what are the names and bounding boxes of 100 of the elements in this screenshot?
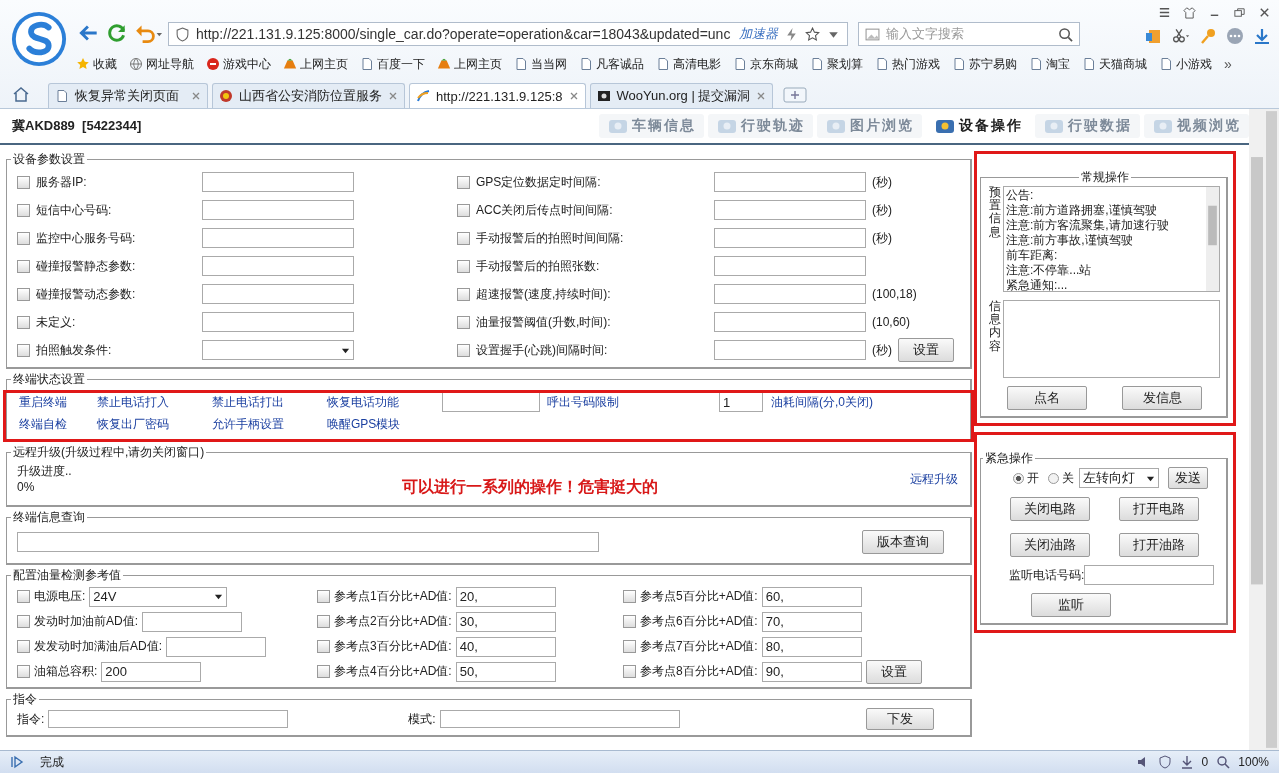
input-field[interactable]	[202, 256, 354, 276]
command-link[interactable]: 油耗间隔(分,0关闭)	[771, 393, 960, 411]
scrollbar-drawing[interactable]	[1206, 187, 1219, 291]
bookmark-link[interactable]: 天猫商城	[1082, 55, 1147, 73]
command-link[interactable]: 允许手柄设置	[212, 416, 327, 433]
browser-tab[interactable]: 山西省公安消防位置服务	[212, 83, 405, 108]
bookmark-link[interactable]: 上网主页	[437, 55, 502, 73]
action-button[interactable]: 关闭电路	[1009, 497, 1090, 521]
bookmark-link[interactable]: 上网主页	[283, 55, 348, 73]
close-icon[interactable]	[191, 91, 201, 101]
restore-icon[interactable]	[1233, 5, 1246, 19]
list-item[interactable]: 公告:	[1006, 188, 1204, 203]
shield-icon[interactable]	[1157, 755, 1172, 769]
checkbox[interactable]	[457, 343, 470, 357]
input-field[interactable]	[202, 312, 354, 332]
radio-button[interactable]	[1048, 472, 1059, 484]
bookmark-link[interactable]: 苏宁易购	[952, 55, 1017, 73]
list-item[interactable]: 注意:不停靠...站	[1006, 263, 1204, 278]
checkbox[interactable]	[17, 287, 30, 301]
input-field[interactable]	[202, 172, 354, 192]
checkbox[interactable]	[623, 615, 636, 628]
download-icon[interactable]	[1253, 26, 1271, 45]
input-field[interactable]	[714, 256, 866, 276]
checkbox[interactable]	[17, 203, 30, 217]
input-field[interactable]: 90,	[761, 661, 862, 682]
input-field[interactable]: 30,	[455, 611, 556, 632]
input-field[interactable]: 200	[101, 661, 202, 682]
dropdown[interactable]	[202, 340, 354, 360]
input-field[interactable]	[714, 172, 866, 192]
checkbox[interactable]	[317, 615, 330, 628]
list-item[interactable]: 注意:前方道路拥塞,谨慎驾驶	[1006, 203, 1204, 218]
checkbox[interactable]	[17, 615, 30, 628]
command-link[interactable]: 重启终端	[19, 393, 97, 411]
input-field[interactable]: 70,	[761, 611, 862, 632]
undo-icon[interactable]	[134, 22, 162, 44]
action-button[interactable]: 发信息	[1122, 386, 1203, 410]
action-button[interactable]: 关闭油路	[1009, 533, 1090, 557]
input-field[interactable]	[202, 228, 354, 248]
star-icon[interactable]	[805, 26, 820, 42]
input-field[interactable]	[166, 636, 266, 657]
bookmark-link[interactable]: 聚划算	[810, 55, 863, 73]
version-query-button[interactable]: 版本查询	[862, 530, 944, 554]
checkbox[interactable]	[623, 590, 636, 603]
zoom-level[interactable]: 100%	[1238, 755, 1269, 769]
checkbox[interactable]	[17, 259, 30, 273]
input-field[interactable]	[202, 200, 354, 220]
more-icon[interactable]	[1226, 26, 1244, 45]
browser-tab[interactable]: http://221.131.9.125:8	[409, 83, 586, 108]
set-button[interactable]: 设置	[898, 338, 954, 362]
bookmark-link[interactable]: 热门游戏	[875, 55, 940, 73]
input-field[interactable]	[439, 710, 680, 728]
command-link[interactable]: 呼出号码限制	[547, 393, 719, 411]
input-field[interactable]: 50,	[455, 661, 556, 682]
input-field[interactable]: 20,	[455, 586, 556, 607]
bookmark-link[interactable]: 凡客诚品	[579, 55, 644, 73]
browser-tab[interactable]: WooYun.org | 提交漏洞	[589, 83, 774, 108]
input-field[interactable]: 80,	[761, 636, 862, 657]
send-button[interactable]: 下发	[866, 708, 934, 730]
input-field[interactable]	[442, 392, 540, 412]
input-field[interactable]	[48, 710, 289, 728]
checkbox[interactable]	[457, 231, 470, 245]
address-bar[interactable]: http://221.131.9.125:8000/single_car.do?operate=operation&car=18043&updated=unc 加速器	[168, 22, 848, 46]
menu-icon[interactable]	[1158, 5, 1171, 19]
checkbox[interactable]	[317, 640, 330, 653]
checkbox[interactable]	[317, 665, 330, 678]
checkbox[interactable]	[623, 640, 636, 653]
input-field[interactable]: 1	[719, 392, 763, 412]
checkbox[interactable]	[17, 315, 30, 329]
input-field[interactable]	[714, 228, 866, 248]
refresh-icon[interactable]	[106, 22, 128, 44]
dropdown[interactable]: 24V	[89, 586, 228, 607]
command-link[interactable]: 唤醒GPS模块	[327, 416, 442, 433]
command-link[interactable]: 终端自检	[19, 416, 97, 433]
close-icon[interactable]	[388, 91, 398, 101]
command-link[interactable]: 禁止电话打入	[97, 393, 212, 411]
checkbox[interactable]	[623, 665, 636, 678]
sidebar-toggle-icon[interactable]	[10, 755, 24, 769]
action-button[interactable]: 点名	[1006, 386, 1087, 410]
input-field[interactable]	[714, 200, 866, 220]
list-item[interactable]: 前车距离:	[1006, 248, 1204, 263]
list-item[interactable]: 紧急通知:...	[1006, 278, 1204, 291]
command-link[interactable]: 禁止电话打出	[212, 393, 327, 411]
input-field[interactable]: 60,	[761, 586, 862, 607]
new-tab-icon[interactable]	[783, 87, 808, 103]
input-field[interactable]: 40,	[455, 636, 556, 657]
more-bookmarks-button[interactable]: »	[1224, 56, 1232, 72]
action-button[interactable]: 打开电路	[1119, 497, 1200, 521]
browser-tab[interactable]: 恢复异常关闭页面	[48, 83, 208, 108]
bookmark-link[interactable]: 淘宝	[1029, 55, 1070, 73]
bookmark-link[interactable]: 当当网	[514, 55, 567, 73]
bookmark-link[interactable]: 高清电影	[656, 55, 721, 73]
input-field[interactable]	[714, 284, 866, 304]
bookmark-link[interactable]: 游戏中心	[206, 55, 271, 73]
text-area[interactable]	[17, 532, 599, 552]
input-field[interactable]	[142, 611, 242, 632]
checkbox[interactable]	[17, 665, 30, 678]
bookmark-link[interactable]: 京东商城	[733, 55, 798, 73]
scrollbar-drawing[interactable]	[1249, 109, 1279, 750]
checkbox[interactable]	[457, 315, 470, 329]
bookmark-link[interactable]: 小游戏	[1159, 55, 1212, 73]
